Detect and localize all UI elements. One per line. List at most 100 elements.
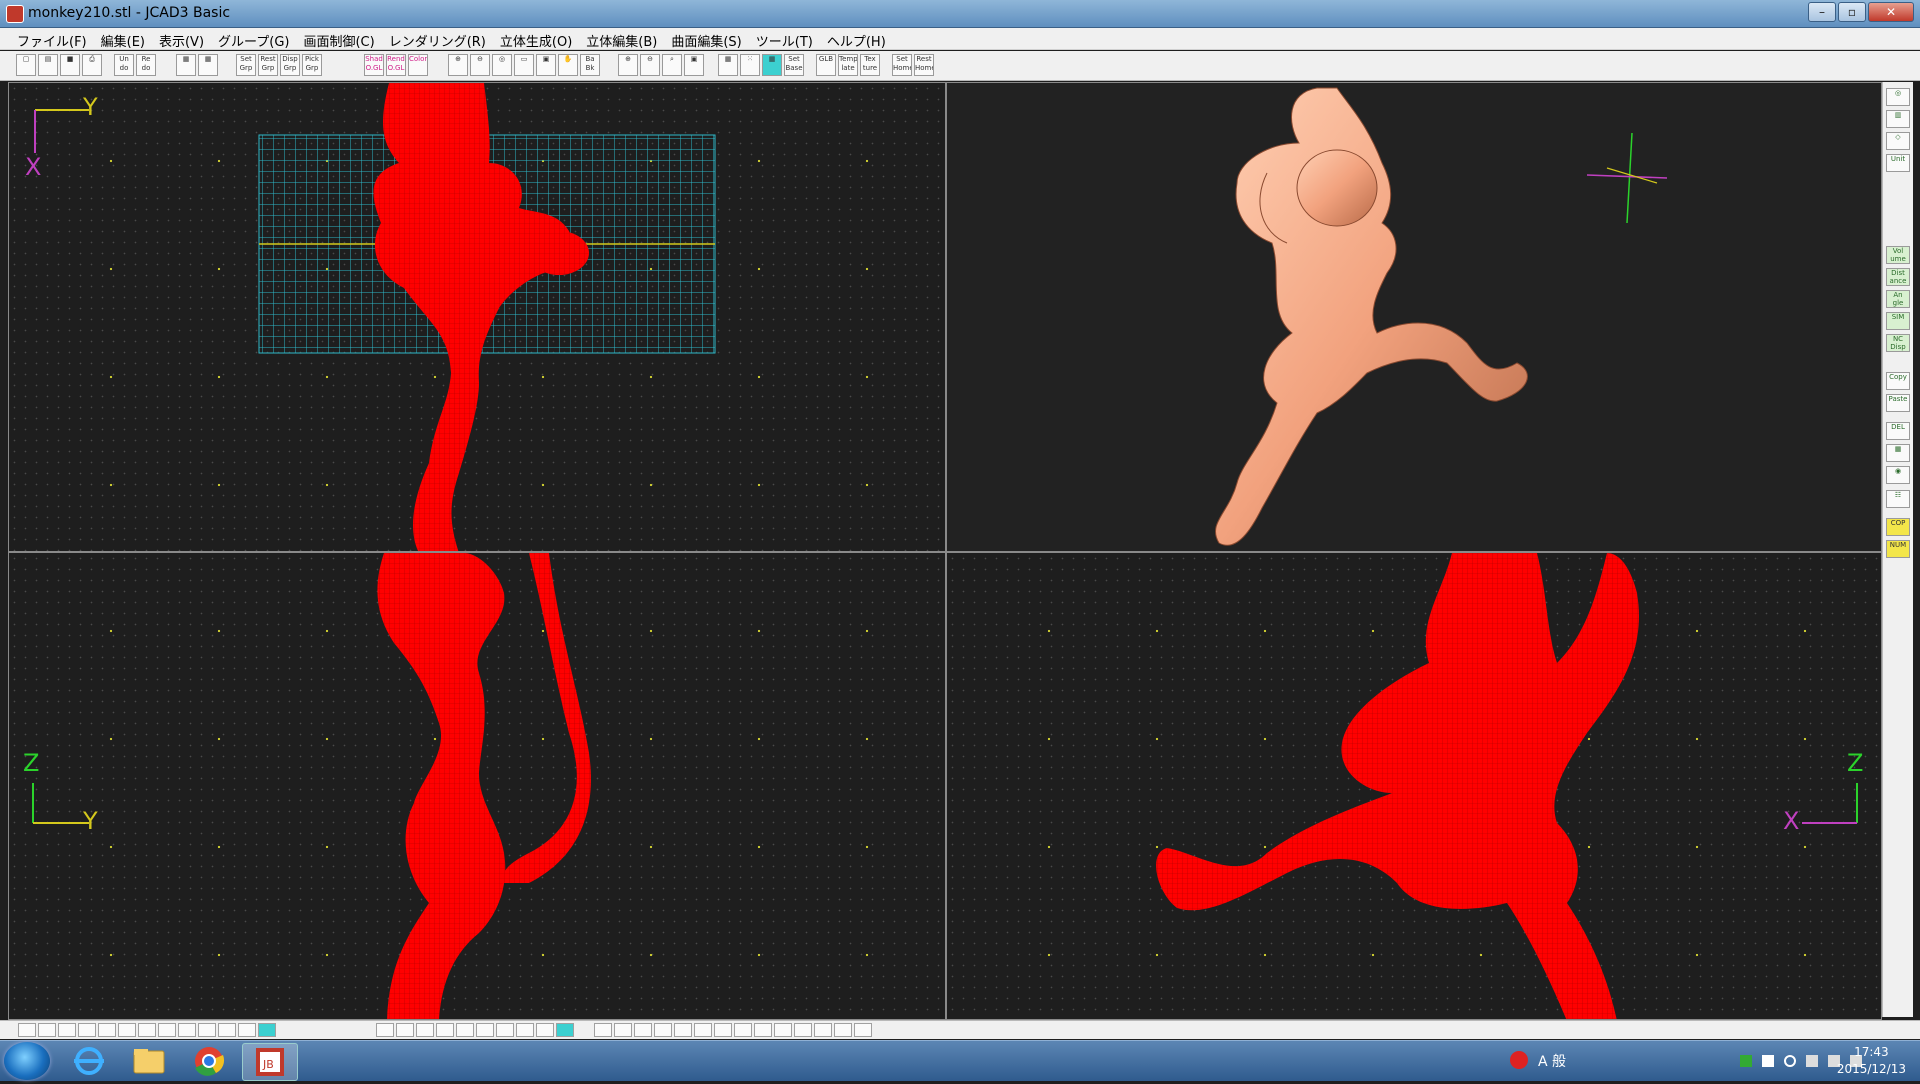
bend-tool-icon[interactable] (198, 1023, 216, 1037)
edit-tool-14-icon[interactable] (854, 1023, 872, 1037)
clock[interactable]: 17:43 2015/12/13 (1837, 1044, 1906, 1078)
delete-button[interactable]: DEL (1886, 422, 1910, 440)
menu-solid-create[interactable]: 立体生成(O) (493, 28, 579, 50)
viewport-front[interactable]: Z Y (8, 552, 946, 1020)
edit-tool-1-icon[interactable] (594, 1023, 612, 1037)
menu-view[interactable]: 表示(V) (152, 28, 211, 50)
solid-tool-2-icon[interactable] (396, 1023, 414, 1037)
tree-icon[interactable]: ☷ (1886, 490, 1910, 508)
zoom-in-icon[interactable]: ⊕ (448, 54, 468, 76)
snap-grid-icon[interactable]: ▦ (762, 54, 782, 76)
cop-button[interactable]: COP (1886, 518, 1910, 536)
extrude-tool-icon[interactable] (138, 1023, 156, 1037)
pick-group-button[interactable]: Pick Grp (302, 54, 322, 76)
open-file-icon[interactable]: ▤ (38, 54, 58, 76)
close-button[interactable]: ✕ (1868, 2, 1914, 22)
copy-button[interactable]: Copy (1886, 372, 1910, 390)
curve-tool-icon[interactable] (18, 1023, 36, 1037)
edit-tool-13-icon[interactable] (834, 1023, 852, 1037)
windows-flag-icon[interactable] (1762, 1055, 1774, 1067)
start-button[interactable] (4, 1042, 50, 1080)
maximize-button[interactable]: ▫ (1838, 2, 1866, 22)
menu-file[interactable]: ファイル(F) (10, 28, 94, 50)
undo-button[interactable]: Un do (114, 54, 134, 76)
grid-icon[interactable]: ▦ (198, 54, 218, 76)
edit-tool-2-icon[interactable] (614, 1023, 632, 1037)
zoom-out-icon[interactable]: ⊖ (470, 54, 490, 76)
solid-tool-3-icon[interactable] (416, 1023, 434, 1037)
solid-tool-9-icon[interactable] (536, 1023, 554, 1037)
jcad3-taskbar-icon[interactable]: JB (242, 1043, 298, 1081)
num-button[interactable]: NUM (1886, 540, 1910, 558)
angle-button[interactable]: An gle (1886, 290, 1910, 308)
back-button[interactable]: Ba Bk (580, 54, 600, 76)
arc-tool-icon[interactable] (38, 1023, 56, 1037)
color-button[interactable]: Color (408, 54, 428, 76)
menu-solid-edit[interactable]: 立体編集(B) (579, 28, 664, 50)
minimize-button[interactable]: – (1808, 2, 1836, 22)
display-group-button[interactable]: Disp Grp (280, 54, 300, 76)
zoom-red-out-icon[interactable]: ⊖ (640, 54, 660, 76)
glb-button[interactable]: GLB (816, 54, 836, 76)
edit-tool-5-icon[interactable] (674, 1023, 692, 1037)
solid-tool-8-icon[interactable] (516, 1023, 534, 1037)
magnifier-icon[interactable]: ⌕ (662, 54, 682, 76)
menu-tools[interactable]: ツール(T) (749, 28, 820, 50)
pan-hand-icon[interactable]: ✋ (558, 54, 578, 76)
edit-tool-7-icon[interactable] (714, 1023, 732, 1037)
viewport-side[interactable]: Z X (946, 552, 1882, 1020)
ie-icon[interactable] (62, 1043, 116, 1079)
app-icon[interactable] (6, 5, 24, 23)
grid-toggle-icon[interactable]: ▦ (718, 54, 738, 76)
view-top-icon[interactable]: ▥ (1886, 110, 1910, 128)
view-iso-icon[interactable]: ◇ (1886, 132, 1910, 150)
camera-icon[interactable]: ◉ (1886, 466, 1910, 484)
dim-tool-icon[interactable] (98, 1023, 116, 1037)
flag-icon[interactable] (1806, 1055, 1818, 1067)
set-group-button[interactable]: Set Grp (236, 54, 256, 76)
explorer-icon[interactable] (122, 1043, 176, 1079)
edit-tool-4-icon[interactable] (654, 1023, 672, 1037)
layer-icon[interactable]: ▦ (176, 54, 196, 76)
line-tool-icon[interactable] (78, 1023, 96, 1037)
edit-tool-3-icon[interactable] (634, 1023, 652, 1037)
fit-view-icon[interactable]: ▣ (684, 54, 704, 76)
paste-button[interactable]: Paste (1886, 394, 1910, 412)
shading-button[interactable]: Shad O.GL (364, 54, 384, 76)
print-icon[interactable]: ⎙ (82, 54, 102, 76)
zoom-red-icon[interactable]: ⊕ (618, 54, 638, 76)
distance-button[interactable]: Dist ance (1886, 268, 1910, 286)
volume-button[interactable]: Vol ume (1886, 246, 1910, 264)
sim-button[interactable]: SIM (1886, 312, 1910, 330)
solid-tool-7-icon[interactable] (496, 1023, 514, 1037)
new-file-icon[interactable]: ▢ (16, 54, 36, 76)
ime-mode-label[interactable]: A 般 (1538, 1051, 1566, 1071)
network-icon[interactable] (1740, 1055, 1752, 1067)
dot-grid-icon[interactable]: ⁙ (740, 54, 760, 76)
save-icon[interactable]: ■ (60, 54, 80, 76)
solid-tool-active-icon[interactable] (556, 1023, 574, 1037)
nc-display-button[interactable]: NC Disp (1886, 334, 1910, 352)
menu-surface-edit[interactable]: 曲面編集(S) (664, 28, 748, 50)
zoom-all-icon[interactable]: ▣ (536, 54, 556, 76)
zoom-fit-icon[interactable]: ◎ (492, 54, 512, 76)
triangle-tool-icon[interactable] (118, 1023, 136, 1037)
scale-tool-icon[interactable] (218, 1023, 236, 1037)
template-button[interactable]: Temp late (838, 54, 858, 76)
active-tool-icon[interactable] (258, 1023, 276, 1037)
solid-tool-5-icon[interactable] (456, 1023, 474, 1037)
edit-tool-10-icon[interactable] (774, 1023, 792, 1037)
mesh-tool-icon[interactable] (158, 1023, 176, 1037)
group-icon[interactable]: ▦ (1886, 444, 1910, 462)
menu-edit[interactable]: 編集(E) (94, 28, 152, 50)
menu-help[interactable]: ヘルプ(H) (820, 28, 893, 50)
sync-icon[interactable] (1784, 1055, 1796, 1067)
menu-screen-control[interactable]: 画面制御(C) (296, 28, 381, 50)
edit-tool-6-icon[interactable] (694, 1023, 712, 1037)
set-home-button[interactable]: Set Home (892, 54, 912, 76)
redo-button[interactable]: Re do (136, 54, 156, 76)
array-tool-icon[interactable] (178, 1023, 196, 1037)
menu-rendering[interactable]: レンダリング(R) (382, 28, 493, 50)
reset-group-button[interactable]: Rest Grp (258, 54, 278, 76)
text-tool-icon[interactable] (238, 1023, 256, 1037)
